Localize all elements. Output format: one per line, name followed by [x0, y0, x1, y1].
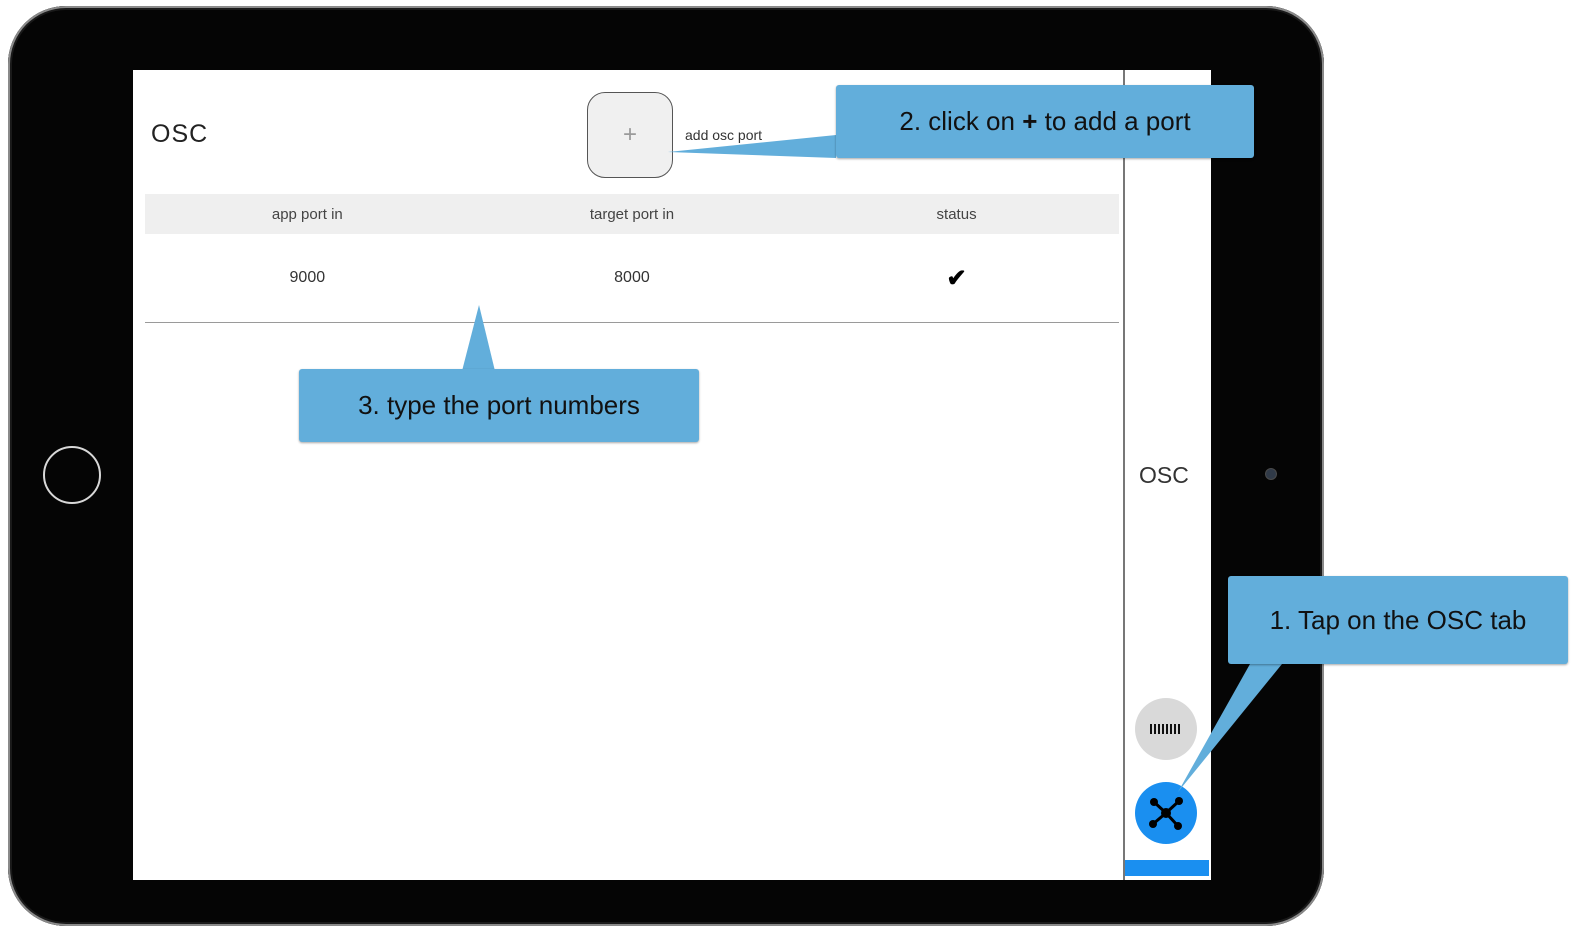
callout-step2-prefix: 2. click on	[899, 106, 1023, 136]
callout-step1-text: 1. Tap on the OSC tab	[1269, 604, 1527, 635]
callout-step3: 3. type the port numbers	[299, 369, 699, 442]
callout-pointer-step1	[1178, 664, 1282, 792]
callout-pointers	[462, 135, 1282, 792]
callout-step2-suffix: to add a port	[1037, 106, 1191, 136]
callout-step1: 1. Tap on the OSC tab	[1228, 576, 1568, 664]
callout-step3-text: 3. type the port numbers	[358, 390, 640, 420]
callout-pointer-step2	[668, 135, 836, 158]
callout-step2-plus: +	[1022, 106, 1038, 136]
callout-pointer-step3	[462, 305, 495, 371]
callout-step2: 2. click on + to add a port	[836, 85, 1254, 158]
